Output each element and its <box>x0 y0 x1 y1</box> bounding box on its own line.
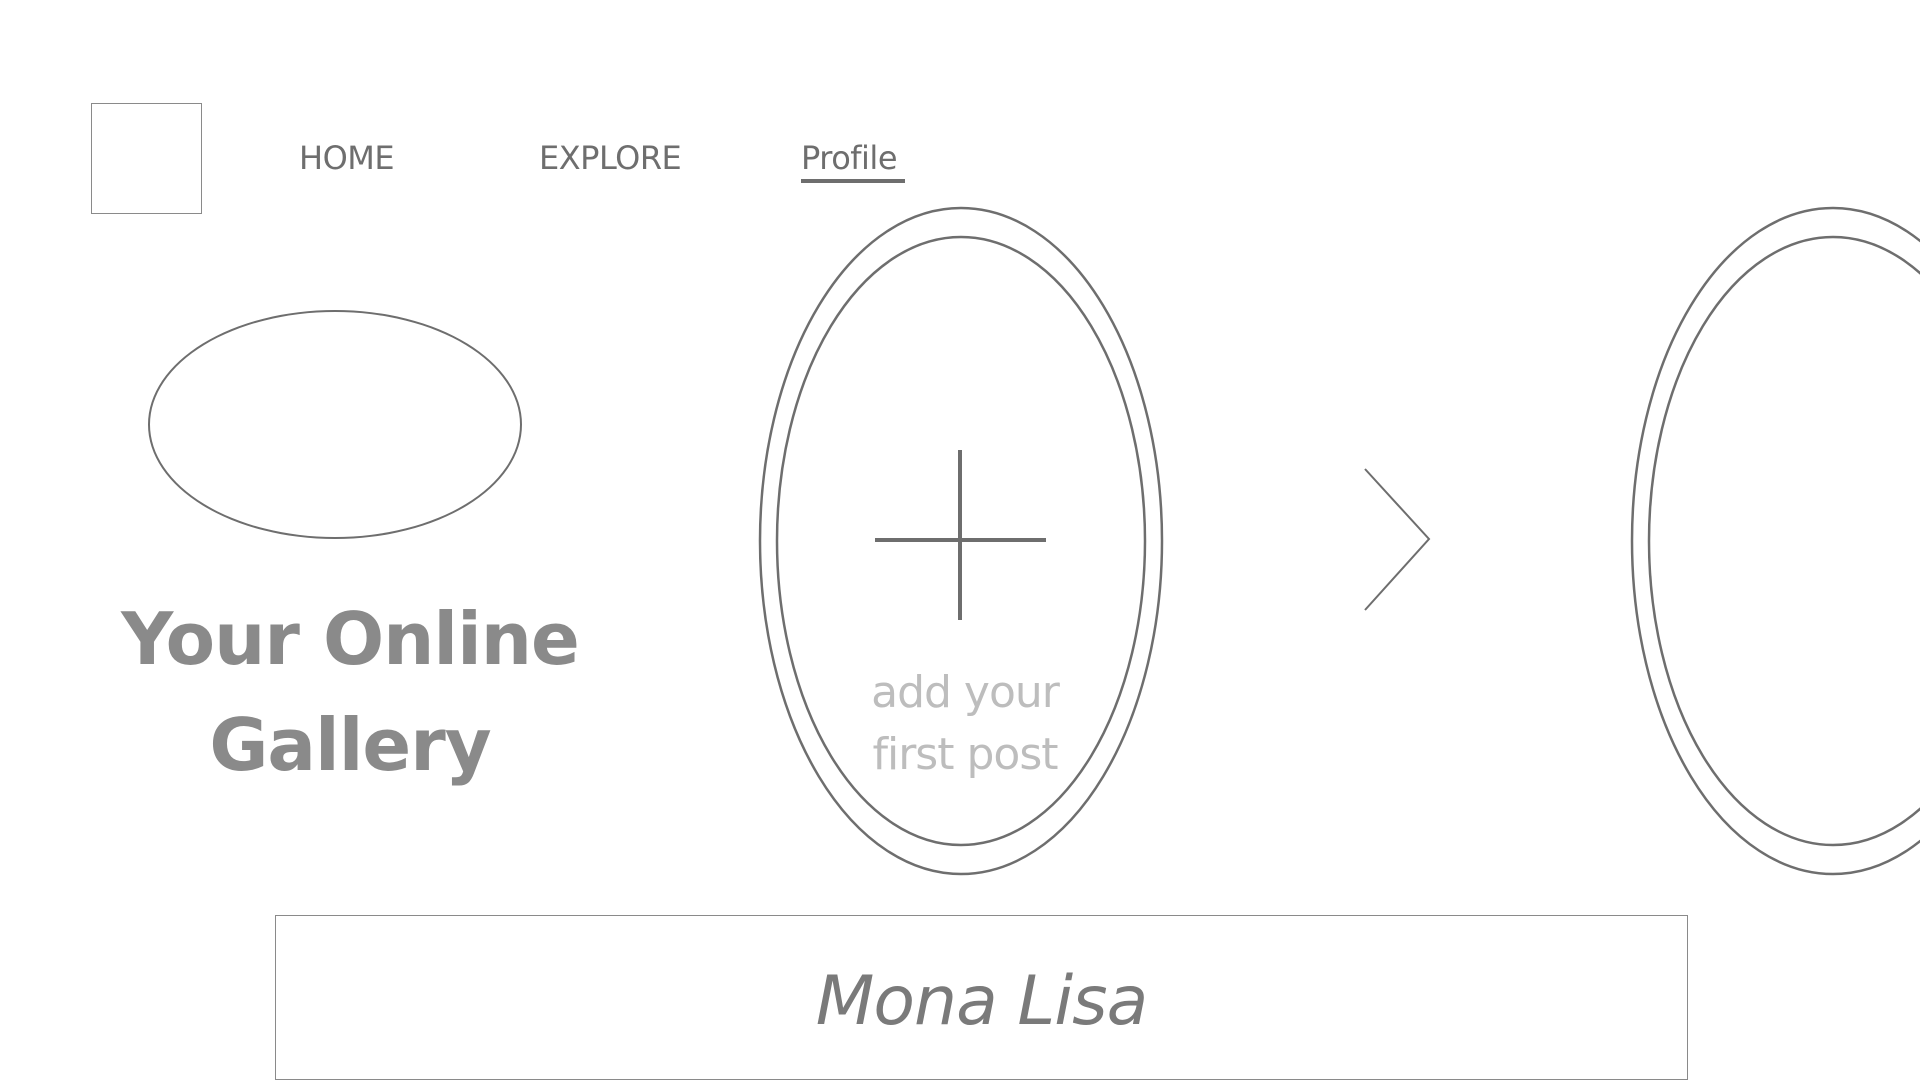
logo-placeholder[interactable] <box>91 103 202 214</box>
next-post-frame-inner <box>1647 235 1920 847</box>
profile-avatar[interactable] <box>148 310 522 539</box>
next-button[interactable] <box>1355 460 1435 620</box>
nav-explore[interactable]: EXPLORE <box>539 136 682 180</box>
page-title-line-1: Your Online <box>121 597 580 681</box>
next-post-frame <box>1630 206 1920 876</box>
nav-active-underline <box>801 179 905 183</box>
next-post-frame-outer <box>1630 206 1920 876</box>
page-title: Your Online Gallery <box>90 586 610 798</box>
add-post-label-line-1: add your <box>871 667 1060 718</box>
add-post-label-line-2: first post <box>872 729 1059 780</box>
caption-box: Mona Lisa <box>275 915 1688 1080</box>
page-title-line-2: Gallery <box>209 703 491 787</box>
artwork-title: Mona Lisa <box>815 962 1149 1041</box>
add-post-label: add your first post <box>840 662 1090 786</box>
nav-home[interactable]: HOME <box>299 136 395 180</box>
nav-profile[interactable]: Profile <box>801 136 898 180</box>
